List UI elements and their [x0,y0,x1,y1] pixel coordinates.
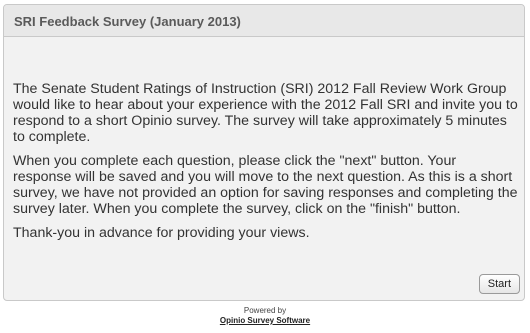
powered-by-text: Powered by [243,306,287,315]
survey-header: SRI Feedback Survey (January 2013) [4,5,524,37]
instructions-paragraph: When you complete each question, please … [13,153,518,217]
opinio-link[interactable]: Opinio Survey Software [220,316,310,325]
survey-intro: The Senate Student Ratings of Instructio… [13,81,518,249]
start-button[interactable]: Start [478,274,520,294]
thanks-paragraph: Thank-you in advance for providing your … [13,225,310,241]
survey-title: SRI Feedback Survey (January 2013) [14,14,241,29]
survey-panel: SRI Feedback Survey (January 2013) The S… [3,4,525,301]
intro-paragraph: The Senate Student Ratings of Instructio… [13,81,518,145]
footer: Powered by Opinio Survey Software [0,306,530,326]
